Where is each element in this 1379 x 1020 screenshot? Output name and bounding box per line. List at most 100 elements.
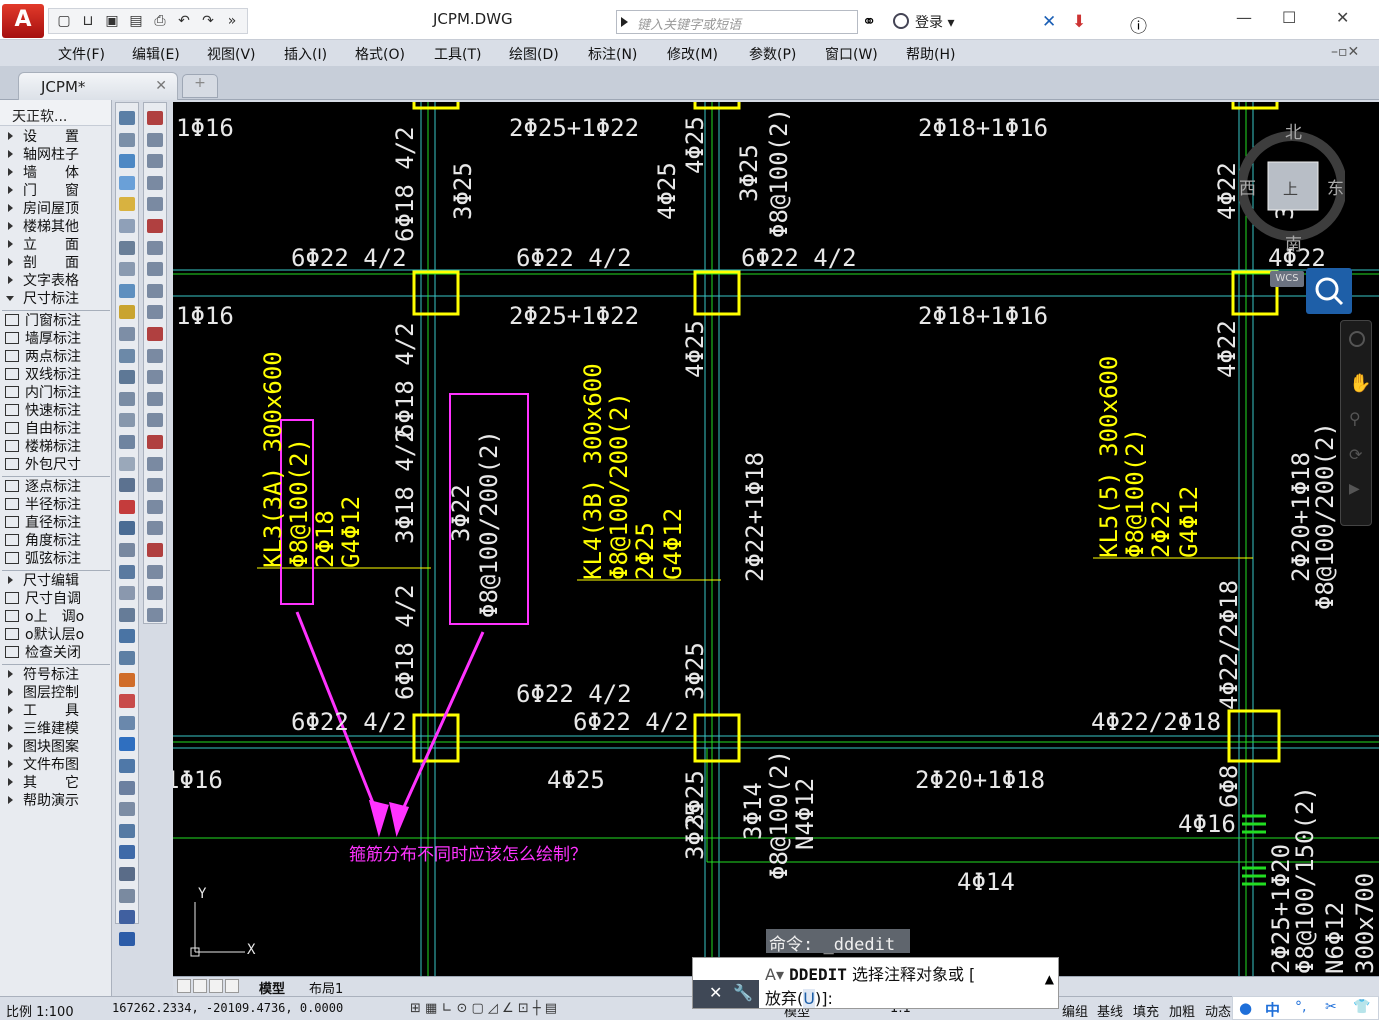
toolbar-button[interactable] [119, 910, 135, 925]
toolbar-button[interactable] [119, 175, 135, 190]
doc-window-controls[interactable]: –▫✕ [1331, 44, 1359, 60]
drawing-canvas[interactable]: X Y 1Φ16 2Φ25+1Φ22 2Φ18+1Φ16 1Φ16 2Φ25+1… [173, 102, 1379, 976]
toolbar-button[interactable] [119, 413, 135, 428]
viewcube[interactable]: 北 南 东 西 上 [1239, 122, 1345, 252]
panel-item[interactable]: o默认层o [2, 626, 84, 644]
toolbar-button[interactable] [147, 132, 163, 147]
toolbar-button[interactable] [147, 435, 163, 449]
toolbar-button[interactable] [119, 327, 135, 341]
panel-item[interactable]: 符号标注 [2, 666, 79, 684]
toolbar-button[interactable] [147, 456, 163, 471]
toolbar-button[interactable] [147, 154, 163, 169]
ime-skin-icon[interactable]: 👕 [1353, 999, 1370, 1015]
toolbar-button[interactable] [119, 543, 135, 557]
open-icon[interactable]: ⊔ [77, 11, 99, 31]
saveas-icon[interactable]: ▤ [125, 11, 147, 31]
toolbar-button[interactable] [119, 845, 135, 860]
toolbar-button[interactable] [119, 240, 135, 255]
redo-icon[interactable]: ↷ [197, 11, 219, 31]
panel-item[interactable]: 外包尺寸 [2, 456, 81, 474]
coordinates-readout[interactable]: 167262.2334, -20109.4736, 0.0000 [112, 1001, 343, 1015]
menu-modify[interactable]: 修改(M) [667, 44, 718, 64]
showmotion-icon[interactable]: ▶ [1349, 481, 1360, 497]
panel-item[interactable]: 轴网柱子 [2, 146, 79, 164]
first-layout-icon[interactable] [177, 979, 191, 993]
navigation-bar[interactable]: ✋ ⚲ ⟳ ▶ [1340, 320, 1372, 526]
menu-help[interactable]: 帮助(H) [906, 44, 955, 64]
panel-item[interactable]: 剖 面 [2, 254, 79, 272]
toolbar-button[interactable] [119, 780, 135, 795]
toolbar-button[interactable] [119, 219, 135, 233]
toolbar-button[interactable] [119, 391, 135, 406]
toolbar-button[interactable] [119, 456, 135, 471]
toolbar-button[interactable] [119, 672, 135, 687]
tab-layout1[interactable]: 布局1 [309, 978, 343, 997]
panel-item[interactable]: 文件布图 [2, 756, 79, 774]
ime-logo-icon[interactable]: ● [1239, 999, 1252, 1017]
toolbar-button[interactable] [147, 240, 163, 255]
panel-item[interactable]: o上 调o [2, 608, 84, 626]
toolbar-button[interactable] [119, 737, 135, 752]
panel-item[interactable]: 工 具 [2, 702, 79, 720]
panel-item[interactable]: 角度标注 [2, 532, 81, 550]
toolbar-button[interactable] [147, 413, 163, 428]
next-layout-icon[interactable] [209, 979, 223, 993]
new-tab-button[interactable]: + [182, 74, 218, 98]
toolbar-button[interactable] [119, 694, 135, 709]
toolbar-button[interactable] [119, 348, 135, 363]
menu-dimension[interactable]: 标注(N) [588, 44, 637, 64]
new-icon[interactable]: ▢ [53, 11, 75, 31]
menu-view[interactable]: 视图(V) [207, 44, 256, 64]
panel-item[interactable]: 尺寸自调 [2, 590, 81, 608]
toolbar-button[interactable] [119, 823, 135, 838]
panel-item[interactable]: 尺寸标注 [2, 290, 79, 308]
command-history-toggle-icon[interactable]: ▲ [1045, 972, 1054, 986]
toolbar-button[interactable] [119, 564, 135, 579]
save-icon[interactable]: ▣ [101, 11, 123, 31]
status-item-baseline[interactable]: 基线 [1097, 1001, 1123, 1020]
toolbar-button[interactable] [119, 867, 135, 881]
panel-item[interactable]: 半径标注 [2, 496, 81, 514]
toolbar-button[interactable] [147, 262, 163, 277]
toolbar-button[interactable] [119, 132, 135, 147]
toolbar-button[interactable] [119, 499, 135, 514]
panel-item[interactable]: 图层控制 [2, 684, 79, 702]
login-button[interactable]: 登录 ▾ [893, 12, 954, 32]
command-window[interactable]: ✕ 🔧 A▾ DDEDIT 选择注释对象或 [ 放弃(U)]: ▲ [692, 957, 1059, 1009]
panel-item[interactable]: 帮助演示 [2, 792, 79, 810]
panel-item[interactable]: 直径标注 [2, 514, 81, 532]
customize-icon[interactable]: 🔧 [733, 983, 753, 1002]
toolbar-button[interactable] [119, 931, 135, 946]
minimize-icon[interactable]: — [1236, 8, 1252, 27]
last-layout-icon[interactable] [225, 979, 239, 993]
close-icon[interactable]: ✕ [1336, 8, 1349, 27]
more-icon[interactable]: » [221, 11, 243, 31]
pan-icon[interactable]: ✋ [1349, 373, 1371, 394]
toolbar-button[interactable] [147, 586, 163, 601]
panel-item[interactable]: 楼梯标注 [2, 438, 81, 456]
toolbar-button[interactable] [147, 111, 163, 125]
viewcube-west[interactable]: 西 [1239, 179, 1256, 199]
exchange-icon[interactable]: ✕ [1042, 12, 1056, 32]
toolbar-button[interactable] [147, 521, 163, 536]
zoom-icon[interactable]: ⚲ [1349, 409, 1361, 428]
help-icon[interactable]: ⓘ [1130, 12, 1147, 37]
panel-item[interactable]: 尺寸编辑 [2, 572, 79, 590]
toolbar-button[interactable] [147, 543, 163, 557]
application-menu-button[interactable]: A [2, 4, 44, 38]
close-command-icon[interactable]: ✕ [709, 983, 722, 1002]
toolbar-button[interactable] [119, 759, 135, 773]
autodesk-app-icon[interactable]: ⬇ [1072, 12, 1086, 32]
toolbar-button[interactable] [147, 327, 163, 341]
panel-item[interactable]: 两点标注 [2, 348, 81, 366]
viewcube-north[interactable]: 北 [1285, 123, 1302, 143]
toolbar-button[interactable] [119, 370, 135, 385]
tab-model[interactable]: 模型 [259, 978, 285, 997]
orbit-icon[interactable]: ⟳ [1349, 445, 1362, 464]
wcs-menu[interactable]: WCS [1270, 271, 1304, 287]
panel-item[interactable]: 内门标注 [2, 384, 81, 402]
ime-language[interactable]: 中 [1265, 999, 1280, 1020]
toolbar-button[interactable] [147, 219, 163, 233]
panel-item[interactable]: 自由标注 [2, 420, 81, 438]
status-item-dynamic[interactable]: 动态 [1205, 1001, 1231, 1020]
